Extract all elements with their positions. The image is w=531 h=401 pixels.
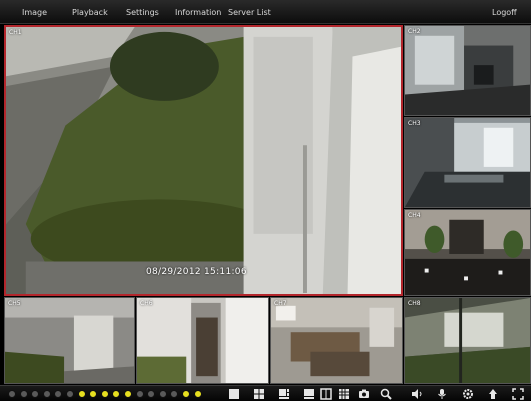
- channel-indicator-14[interactable]: [158, 390, 167, 398]
- camera-label: CH4: [408, 212, 421, 219]
- layout-16-icon[interactable]: [338, 388, 350, 400]
- menu-image[interactable]: Image: [22, 7, 47, 19]
- camera-timestamp: 08/29/2012 15:11:06: [146, 267, 247, 277]
- layout-4-icon[interactable]: [253, 388, 265, 400]
- camera-tile-ch1[interactable]: CH1 08/29/2012 15:11:06: [4, 25, 403, 296]
- menu-settings[interactable]: Settings: [126, 7, 159, 19]
- menu-playback[interactable]: Playback: [72, 7, 108, 19]
- camera-tile-ch7[interactable]: CH7: [270, 297, 403, 384]
- camera-tile-ch3[interactable]: CH3: [404, 117, 531, 208]
- camera-tile-ch2[interactable]: CH2: [404, 25, 531, 116]
- layout-9-icon[interactable]: [320, 388, 332, 400]
- settings-icon[interactable]: [462, 388, 474, 400]
- microphone-icon[interactable]: [436, 388, 448, 400]
- speaker-icon[interactable]: [411, 388, 423, 400]
- camera-snapshot-icon[interactable]: [358, 388, 370, 400]
- camera-feed-ch5: [5, 298, 134, 383]
- camera-tile-ch4[interactable]: CH4: [404, 209, 531, 296]
- channel-indicator-1[interactable]: [8, 390, 16, 398]
- channel-indicator-11[interactable]: [124, 390, 132, 398]
- menu-server-list[interactable]: Server List: [228, 7, 271, 19]
- menu-logoff[interactable]: Logoff: [492, 7, 517, 19]
- top-menu-bar: Image Playback Settings Information Serv…: [0, 0, 531, 24]
- layout-6-icon[interactable]: [278, 388, 290, 400]
- camera-tile-ch5[interactable]: CH5: [4, 297, 135, 384]
- channel-indicator-13[interactable]: [147, 390, 156, 398]
- camera-label: CH8: [408, 300, 421, 307]
- camera-feed-ch1: [6, 27, 401, 294]
- camera-feed-ch6: [137, 298, 268, 383]
- camera-feed-ch7: [271, 298, 402, 383]
- channel-indicator-8[interactable]: [89, 390, 98, 398]
- dvr-client-window: Image Playback Settings Information Serv…: [0, 0, 531, 401]
- channel-indicator-16[interactable]: [182, 390, 190, 398]
- channel-indicator-17[interactable]: [193, 390, 202, 398]
- camera-label: CH6: [140, 300, 153, 307]
- channel-indicator-9[interactable]: [100, 390, 109, 398]
- channel-indicator-5[interactable]: [54, 390, 63, 398]
- menu-information[interactable]: Information: [175, 7, 221, 19]
- channel-indicator-6[interactable]: [66, 390, 74, 398]
- channel-indicator-12[interactable]: [135, 390, 144, 398]
- layout-8-icon[interactable]: [303, 388, 315, 400]
- bottom-toolbar: [0, 385, 531, 401]
- camera-label: CH7: [274, 300, 287, 307]
- channel-indicator-10[interactable]: [112, 390, 121, 398]
- channel-indicator-3[interactable]: [31, 390, 40, 398]
- camera-label: CH3: [408, 120, 421, 127]
- channel-indicator-7[interactable]: [77, 390, 86, 398]
- camera-label: CH1: [9, 29, 22, 36]
- camera-label: CH2: [408, 28, 421, 35]
- fullscreen-toggle-icon[interactable]: [487, 388, 499, 400]
- expand-icon[interactable]: [512, 388, 524, 400]
- channel-indicator-2[interactable]: [19, 390, 28, 398]
- channel-indicator-4[interactable]: [42, 390, 51, 398]
- camera-tile-ch8[interactable]: CH8: [404, 297, 531, 384]
- camera-feed-ch2: [405, 26, 530, 115]
- camera-label: CH5: [8, 300, 21, 307]
- layout-1-icon[interactable]: [228, 388, 240, 400]
- camera-feed-ch8: [405, 298, 530, 383]
- camera-tile-ch6[interactable]: CH6: [136, 297, 269, 384]
- camera-feed-ch4: [405, 210, 530, 295]
- camera-feed-ch3: [405, 118, 530, 207]
- channel-indicator-15[interactable]: [170, 390, 179, 398]
- ptz-icon[interactable]: [380, 388, 392, 400]
